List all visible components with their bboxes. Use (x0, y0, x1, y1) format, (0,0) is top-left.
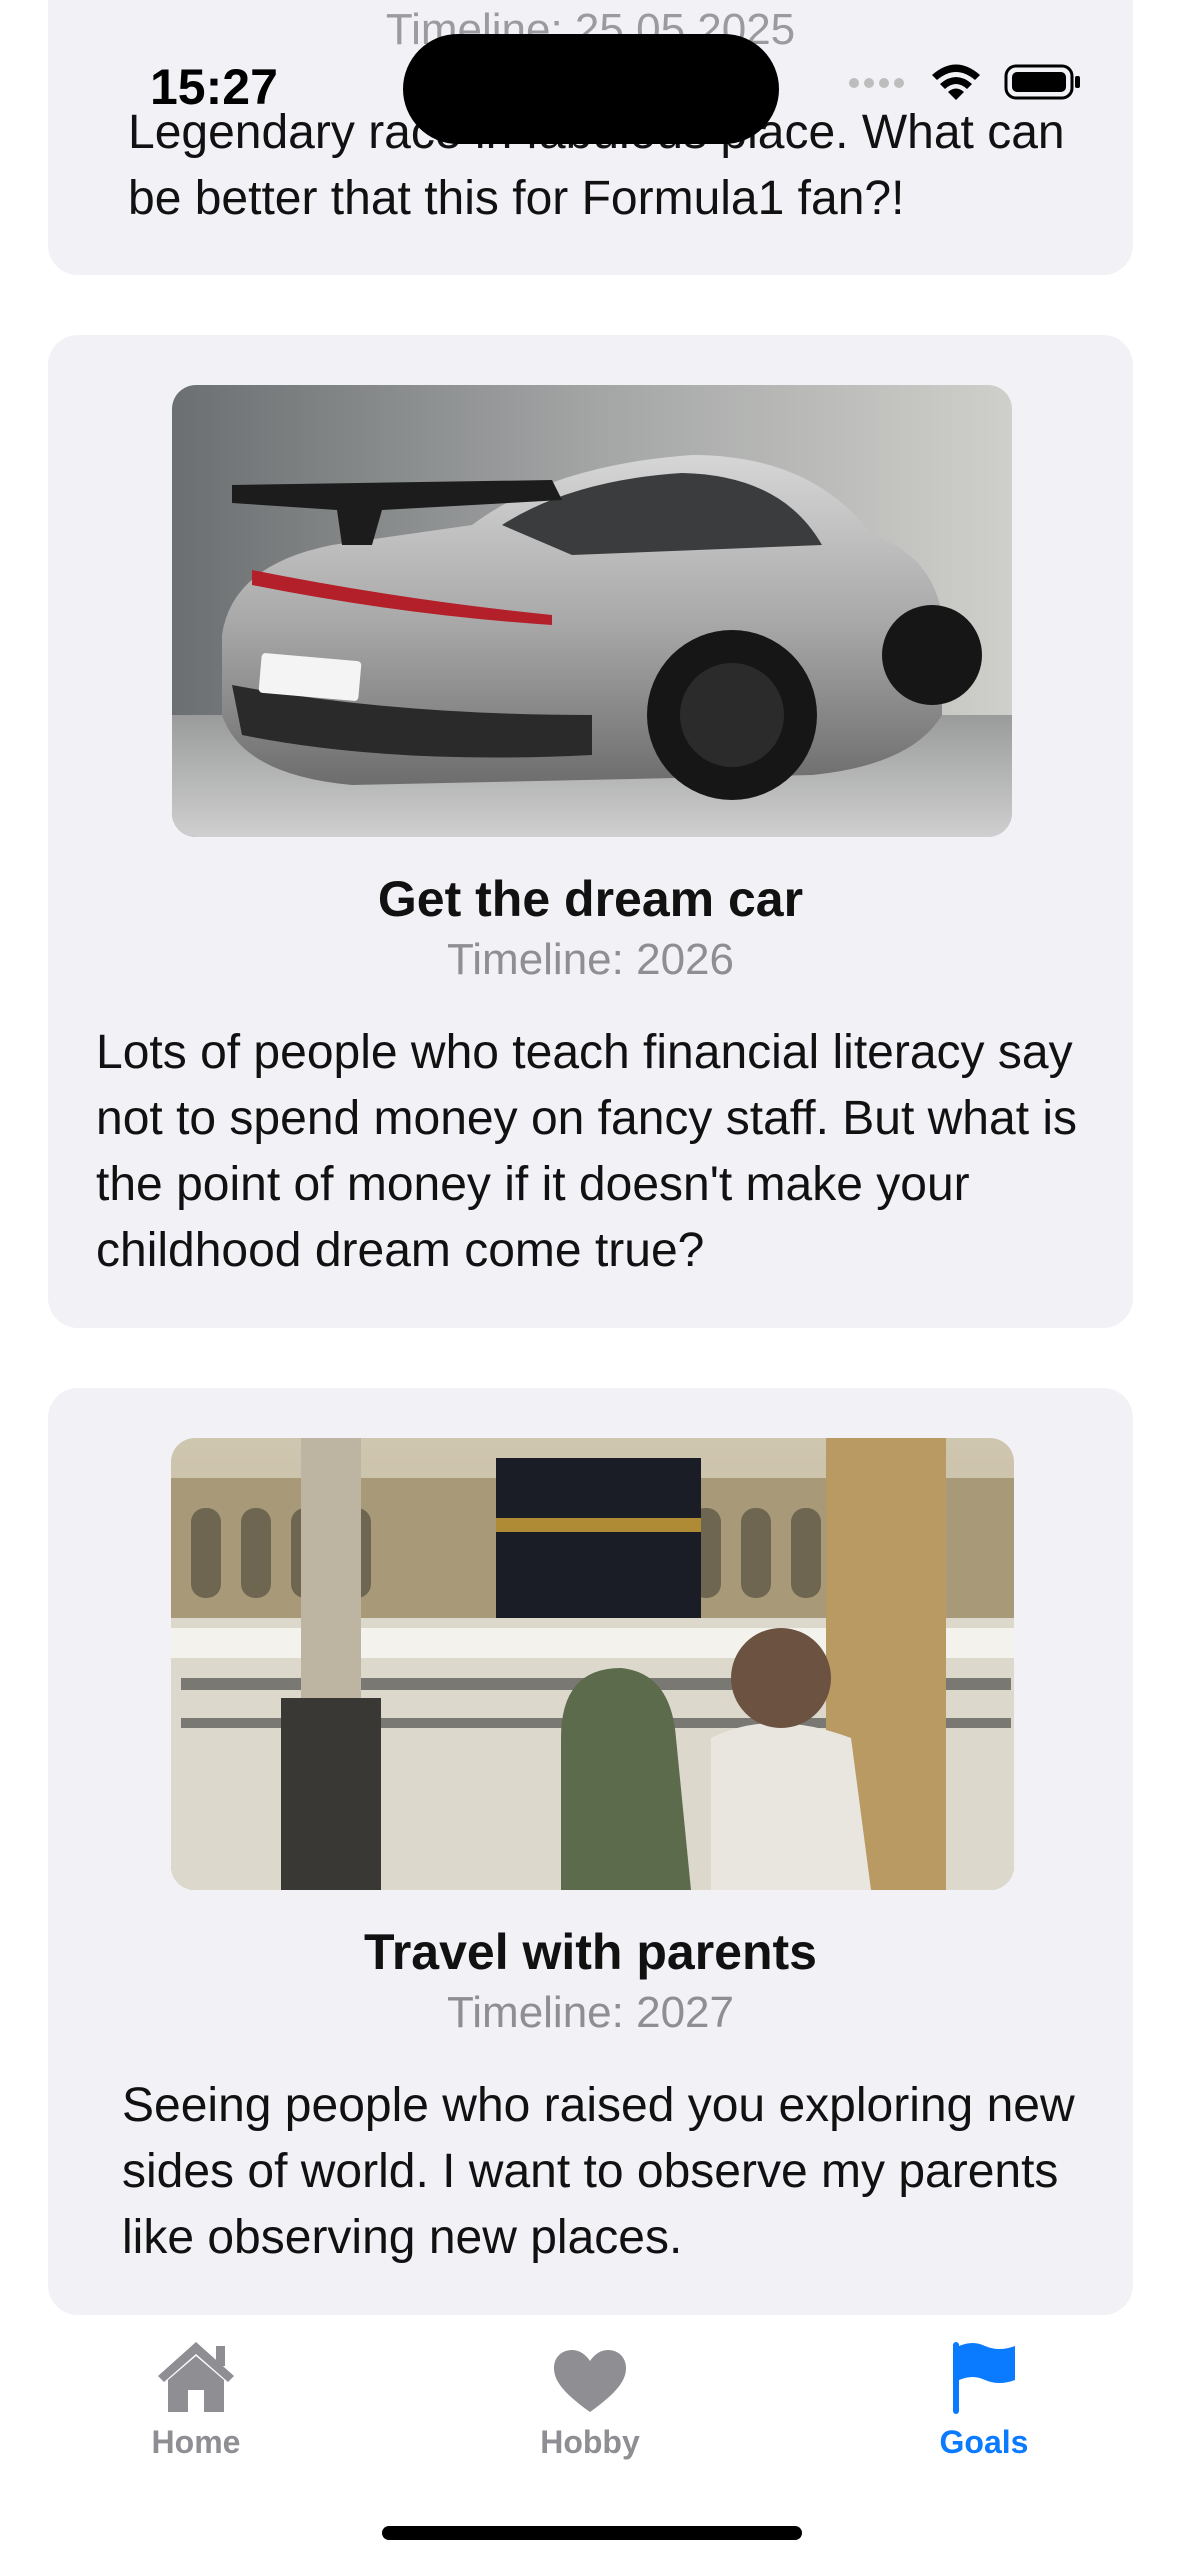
car-photo (172, 385, 1012, 837)
cellular-signal-icon (848, 76, 908, 94)
tab-bar: Home Hobby Goals (0, 2318, 1179, 2556)
house-icon (96, 2330, 296, 2414)
tab-label: Hobby (540, 2424, 640, 2460)
status-time: 15:27 (150, 59, 278, 115)
dynamic-island (403, 34, 779, 144)
tab-label: Goals (939, 2424, 1029, 2460)
goal-timeline: Timeline: 2026 (447, 935, 734, 984)
tab-hobby[interactable]: Hobby (490, 2330, 690, 2461)
goal-title: Get the dream car (377, 871, 804, 927)
goal-description: Lots of people who teach financial liter… (96, 1026, 1078, 1277)
home-indicator (382, 2526, 802, 2540)
heart-icon (490, 2330, 690, 2414)
goal-title: Travel with parents (364, 1924, 817, 1980)
sports-car-image (172, 385, 1012, 837)
goal-card-car[interactable]: Get the dream car Timeline: 2026 Lots of… (48, 335, 1133, 1328)
status-icons (848, 62, 1084, 107)
tab-goals[interactable]: Goals (884, 2330, 1084, 2461)
battery-icon (1004, 62, 1084, 107)
travel-photo (171, 1438, 1014, 1890)
goal-description: Seeing people who raised you exploring n… (122, 2079, 1075, 2264)
wifi-icon (930, 62, 982, 107)
tab-home[interactable]: Home (96, 2330, 296, 2461)
goal-timeline: Timeline: 2027 (447, 1988, 734, 2037)
mosque-courtyard-image (171, 1438, 1014, 1890)
tab-label: Home (151, 2424, 241, 2460)
flag-icon (884, 2330, 1084, 2414)
goal-card-travel[interactable]: Travel with parents Timeline: 2027 Seein… (48, 1388, 1133, 2315)
